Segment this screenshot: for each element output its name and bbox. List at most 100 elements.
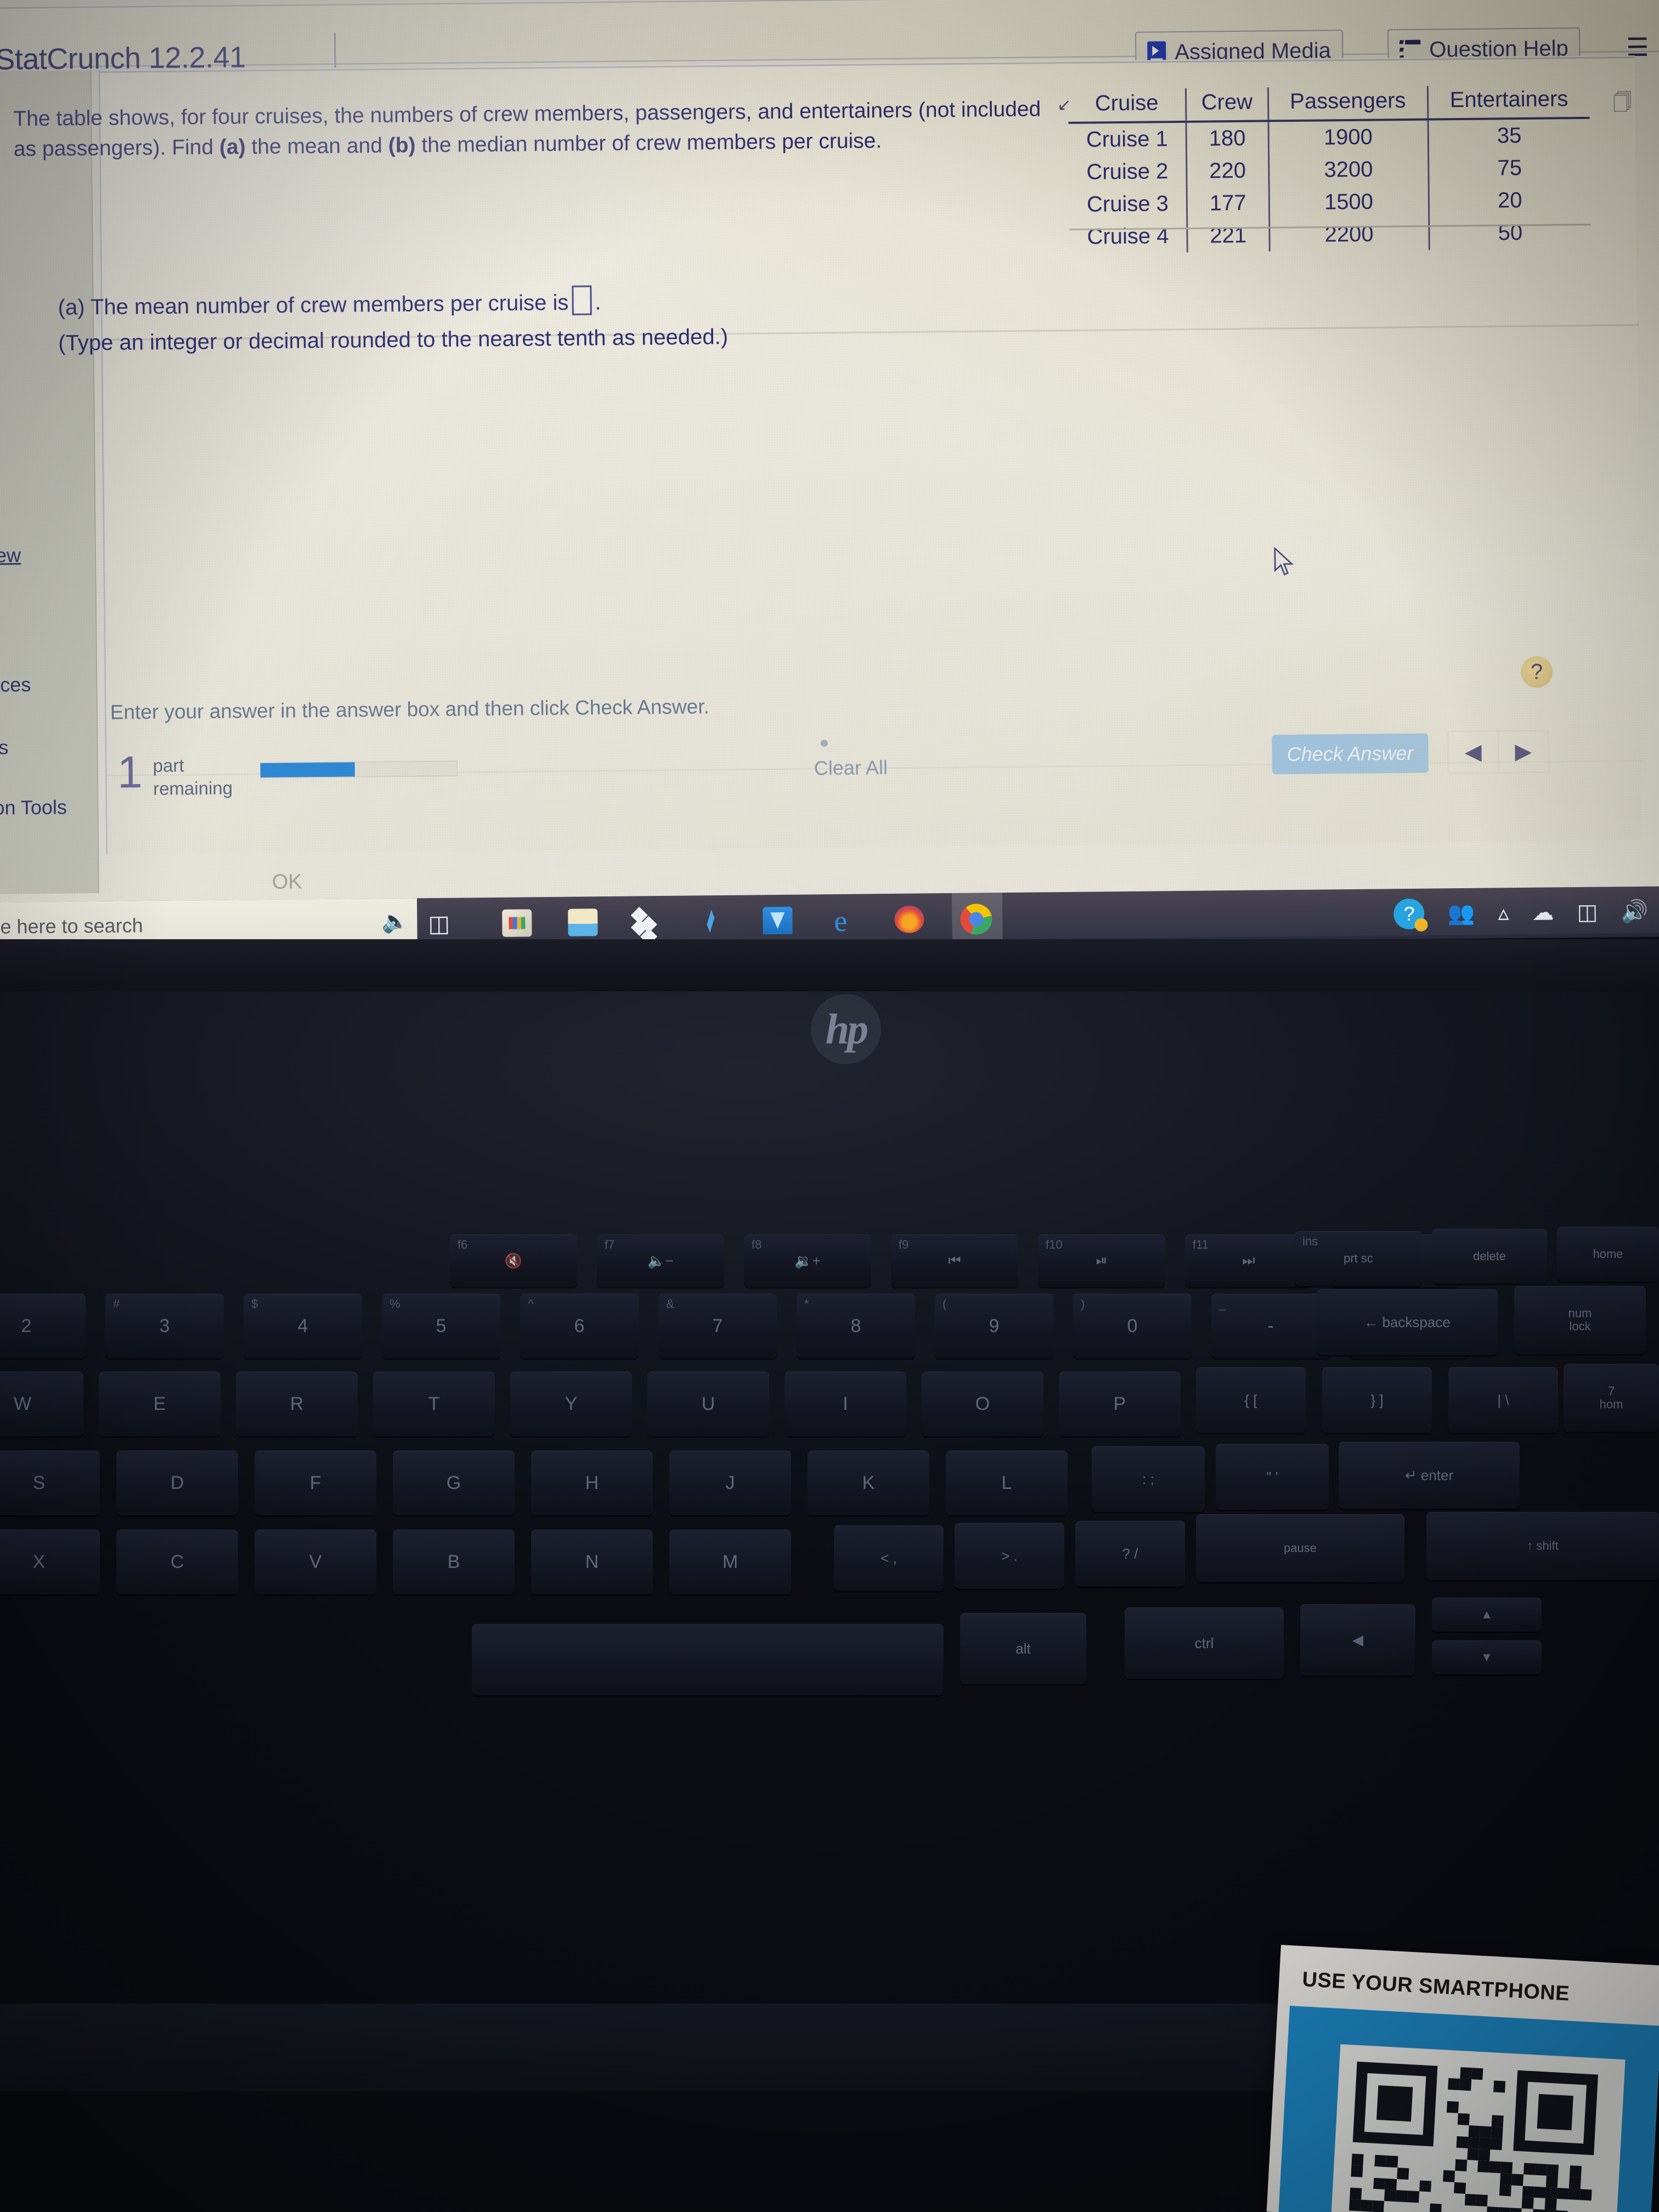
key-h[interactable]: H <box>531 1451 653 1515</box>
key-slash-label: ? / <box>1122 1545 1138 1562</box>
show-hidden-icons-chevron[interactable]: ▵ <box>1498 901 1509 925</box>
key-num-lock[interactable]: num lock <box>1514 1286 1646 1354</box>
sidebar-item-calculation-tools[interactable]: ation Tools <box>0 796 67 820</box>
key-y[interactable]: Y <box>510 1372 632 1436</box>
key-prt-sc[interactable]: ins prt sc <box>1295 1231 1422 1286</box>
task-view-icon[interactable]: ◫ <box>428 910 450 937</box>
key-period[interactable]: > . <box>955 1523 1064 1589</box>
key-bracket-1[interactable]: { [ <box>1196 1367 1306 1433</box>
key-3[interactable]: #3 <box>105 1294 224 1358</box>
key-home[interactable]: home <box>1557 1227 1659 1282</box>
key-r[interactable]: R <box>236 1372 358 1436</box>
key-c[interactable]: C <box>116 1530 238 1594</box>
key-f7[interactable]: f7 🔈− <box>597 1234 724 1287</box>
key-9[interactable]: (9 <box>935 1294 1053 1358</box>
key-k[interactable]: K <box>808 1451 929 1515</box>
firefox-icon[interactable] <box>894 905 924 933</box>
edge-browser-icon[interactable] <box>828 906 858 934</box>
answer-input[interactable] <box>572 285 592 315</box>
key-arrow-down[interactable]: ▼ <box>1432 1640 1542 1674</box>
key-f6[interactable]: f6 🔇 <box>450 1234 577 1287</box>
key-x[interactable]: X <box>0 1530 100 1594</box>
blue-app-icon[interactable] <box>763 906 793 935</box>
key-[interactable]: _ - <box>1211 1294 1330 1358</box>
ok-button-partial[interactable]: OK <box>272 870 302 894</box>
key-f[interactable]: F <box>255 1451 376 1515</box>
microsoft-store-icon[interactable] <box>502 909 532 937</box>
key-l[interactable]: L <box>946 1451 1068 1515</box>
previous-button[interactable]: ◀ <box>1448 731 1498 772</box>
key-pause[interactable]: pause <box>1196 1514 1404 1582</box>
search-input[interactable]: Type here to search <box>0 914 143 939</box>
key-t[interactable]: T <box>373 1372 495 1436</box>
key-f11[interactable]: f11 ⏭ <box>1185 1234 1312 1287</box>
key-slash[interactable]: ? / <box>1075 1521 1185 1587</box>
key-u[interactable]: U <box>647 1372 769 1436</box>
onedrive-cloud-icon[interactable]: ☁ <box>1532 900 1554 924</box>
key-5[interactable]: % 5 <box>382 1294 500 1358</box>
key-j[interactable]: J <box>669 1451 791 1515</box>
key-e[interactable]: E <box>99 1372 221 1436</box>
key-b[interactable]: B <box>393 1530 515 1594</box>
key-shift[interactable]: ↑ shift <box>1426 1512 1659 1580</box>
key-0[interactable]: ) 0 <box>1073 1294 1192 1358</box>
dropbox-icon[interactable] <box>631 908 661 936</box>
progress-bar-fill <box>260 762 355 778</box>
key-m[interactable]: M <box>669 1530 791 1594</box>
key-space[interactable] <box>472 1624 944 1695</box>
sidebar-item-review[interactable]: eview <box>0 544 21 567</box>
key-quote[interactable]: " ' <box>1216 1444 1329 1510</box>
key-bracket-2[interactable]: } ] <box>1322 1367 1432 1433</box>
volume-icon[interactable]: 🔊 <box>1621 900 1648 924</box>
key-4[interactable]: $4 <box>244 1294 362 1358</box>
key-n[interactable]: N <box>531 1530 653 1594</box>
key-enter[interactable]: ↵ enter <box>1339 1442 1520 1509</box>
key-delete[interactable]: delete <box>1432 1229 1547 1284</box>
sidebar-item-questions[interactable]: ions <box>0 736 9 760</box>
help-tray-icon[interactable]: ? <box>1393 898 1425 930</box>
system-tray: ? 👥 ▵ ☁ ◫ 🔊 ◓ <box>1393 886 1659 939</box>
key-g[interactable]: G <box>393 1451 515 1515</box>
next-button[interactable]: ▶ <box>1499 731 1548 772</box>
key-d[interactable]: D <box>116 1451 238 1515</box>
key-6[interactable]: ^ 6 <box>520 1294 639 1358</box>
key-arrow-up[interactable]: ▲ <box>1432 1598 1542 1632</box>
key-i[interactable]: I <box>785 1372 906 1436</box>
key-0-superscript: ) <box>1081 1297 1085 1311</box>
key-v[interactable]: V <box>255 1530 376 1594</box>
help-question-icon[interactable]: ? <box>1520 656 1553 689</box>
clear-all-button[interactable]: Clear All <box>814 756 888 780</box>
chrome-icon[interactable] <box>960 904 992 935</box>
key-f8[interactable]: f8 🔉+ <box>744 1234 871 1287</box>
key-f10[interactable]: f10 ⏯ <box>1038 1234 1165 1287</box>
key-p[interactable]: P <box>1059 1372 1181 1436</box>
key-comma[interactable]: < , <box>834 1525 944 1591</box>
key-w[interactable]: W <box>0 1372 83 1436</box>
qr-module <box>1556 2187 1569 2200</box>
key-ctrl[interactable]: ctrl <box>1125 1607 1284 1679</box>
cell-entertainers: 75 <box>1428 151 1590 185</box>
key-backspace[interactable]: ← backspace <box>1317 1289 1498 1355</box>
battery-charging-icon[interactable]: ◫ <box>1577 900 1598 924</box>
key-8[interactable]: * 8 <box>797 1294 915 1358</box>
sidebar-item-resources[interactable]: ources <box>0 673 31 697</box>
microphone-icon[interactable]: 🔈 <box>381 908 409 934</box>
key-o[interactable]: O <box>922 1372 1043 1436</box>
lightning-app-icon[interactable] <box>697 907 726 935</box>
key-f9[interactable]: f9 ⏮ <box>891 1234 1018 1287</box>
qr-module <box>1471 2068 1483 2080</box>
people-icon[interactable]: 👥 <box>1447 901 1475 926</box>
key-bracket-3[interactable]: | \ <box>1448 1367 1558 1433</box>
check-answer-button[interactable]: Check Answer <box>1272 733 1429 775</box>
key-f7-label: 🔈− <box>647 1252 674 1269</box>
key-semicolon[interactable]: : ; <box>1092 1446 1205 1512</box>
key-m-label: M <box>722 1551 738 1572</box>
file-explorer-icon[interactable] <box>568 909 598 936</box>
copy-icon[interactable]: 🗍 <box>1613 89 1632 121</box>
key-2[interactable]: @2 <box>0 1294 86 1358</box>
key-alt[interactable]: alt <box>960 1613 1086 1684</box>
key-numpad-7-home[interactable]: 7 hom <box>1564 1364 1659 1432</box>
key-arrow-left[interactable]: ◀ <box>1300 1604 1415 1675</box>
key-7[interactable]: & 7 <box>658 1294 777 1358</box>
key-s[interactable]: S <box>0 1451 100 1515</box>
